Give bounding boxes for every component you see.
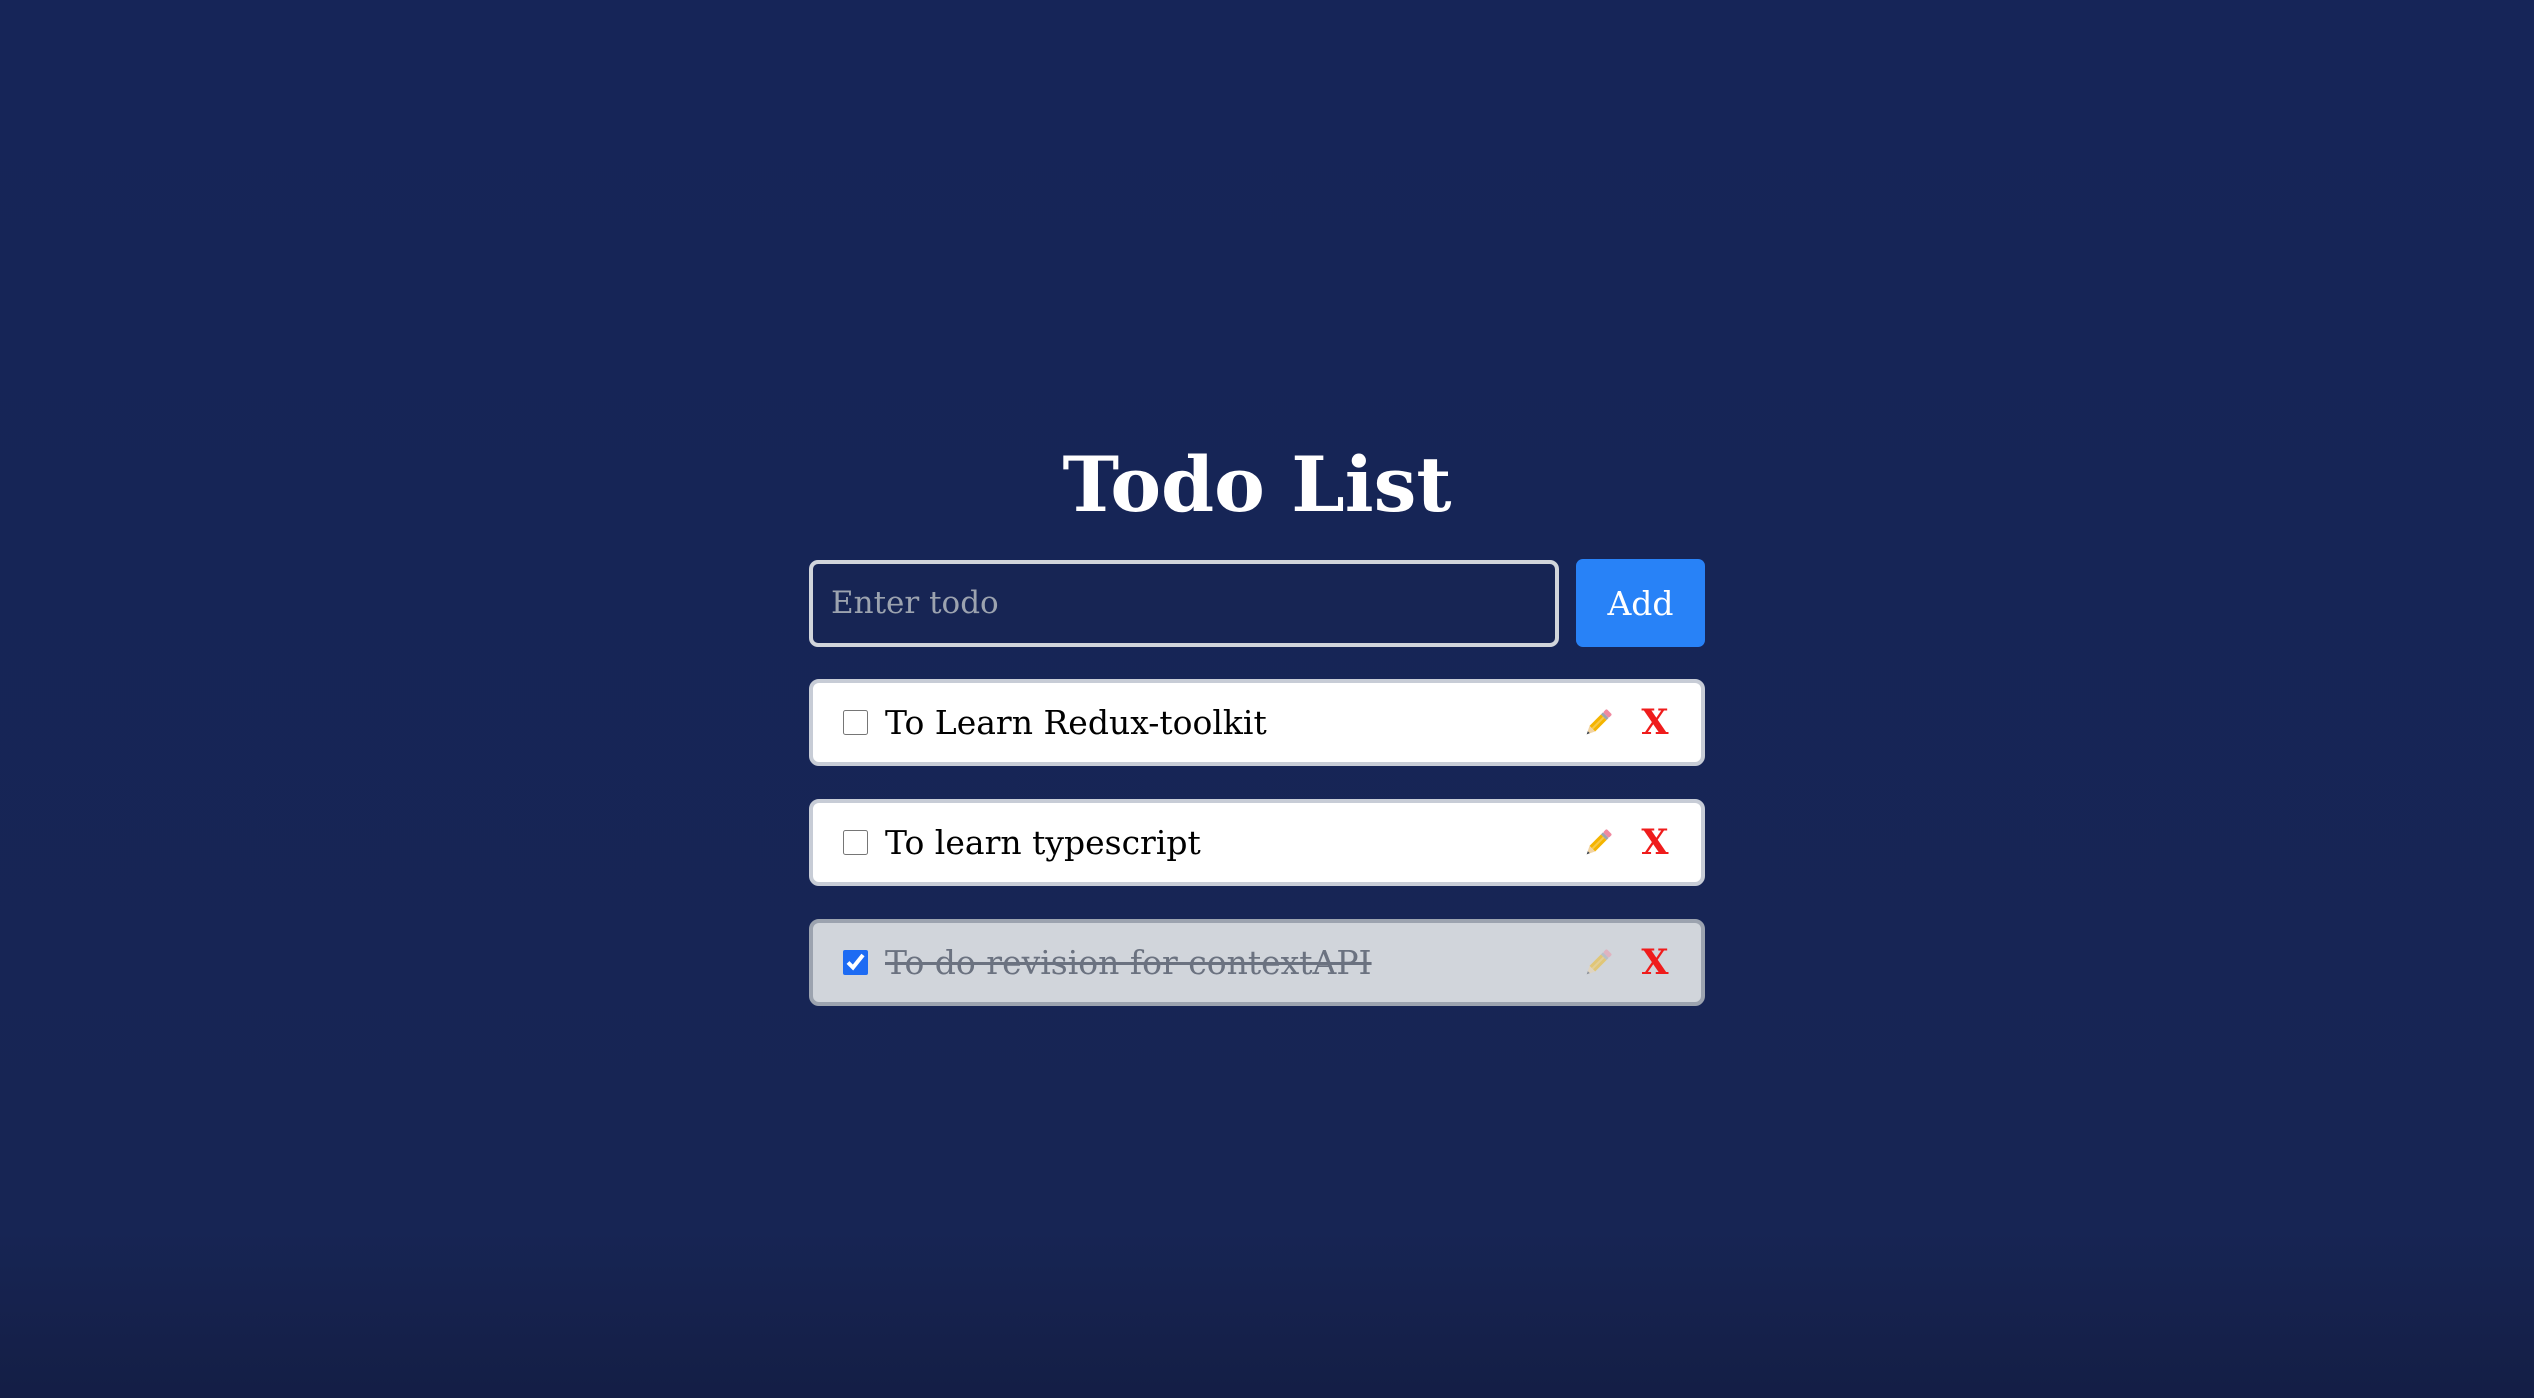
pencil-icon bbox=[1586, 708, 1612, 734]
add-button[interactable]: Add bbox=[1576, 559, 1705, 647]
pencil-icon bbox=[1586, 948, 1612, 974]
todo-item: To learn typescript X bbox=[809, 799, 1705, 886]
page-title: Todo List bbox=[1062, 440, 1452, 529]
todo-text: To Learn Redux-toolkit bbox=[885, 703, 1267, 742]
todo-checkbox[interactable] bbox=[843, 710, 868, 735]
delete-button[interactable]: X bbox=[1639, 942, 1671, 983]
edit-button[interactable] bbox=[1579, 703, 1617, 743]
todo-page: Todo List Add To Learn Redux-toolkit bbox=[0, 0, 2534, 1398]
pencil-icon bbox=[1586, 828, 1612, 854]
todo-list: To Learn Redux-toolkit X To learn typesc… bbox=[809, 679, 1705, 1006]
todo-text: To do revision for contextAPI bbox=[885, 943, 1372, 982]
todo-item: To Learn Redux-toolkit X bbox=[809, 679, 1705, 766]
delete-button[interactable]: X bbox=[1639, 822, 1671, 863]
todo-item-completed: To do revision for contextAPI X bbox=[809, 919, 1705, 1006]
edit-button[interactable] bbox=[1579, 823, 1617, 863]
x-delete-icon: X bbox=[1641, 822, 1669, 863]
x-delete-icon: X bbox=[1641, 942, 1669, 983]
todo-container: Todo List Add To Learn Redux-toolkit bbox=[809, 430, 1705, 1006]
todo-checkbox[interactable] bbox=[843, 950, 868, 975]
edit-button[interactable] bbox=[1579, 943, 1617, 983]
todo-text: To learn typescript bbox=[885, 823, 1201, 862]
add-todo-form: Add bbox=[809, 559, 1705, 647]
delete-button[interactable]: X bbox=[1639, 702, 1671, 743]
todo-checkbox[interactable] bbox=[843, 830, 868, 855]
x-delete-icon: X bbox=[1641, 702, 1669, 743]
todo-input[interactable] bbox=[809, 559, 1559, 647]
